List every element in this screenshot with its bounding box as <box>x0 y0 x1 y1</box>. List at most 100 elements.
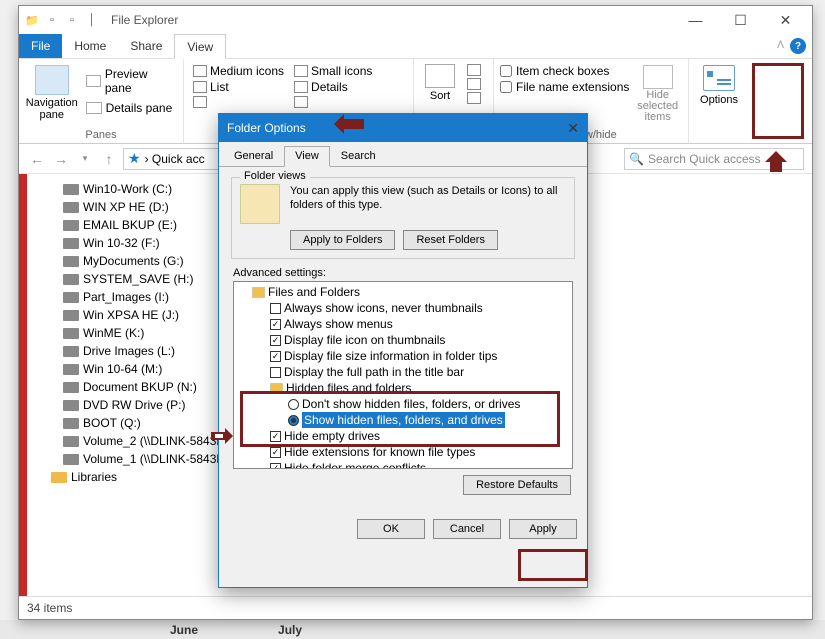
details-pane-icon <box>86 102 102 114</box>
dialog-tab-view[interactable]: View <box>284 146 330 167</box>
radio-icon[interactable] <box>288 415 299 426</box>
adv-dont-show-hidden[interactable]: Don't show hidden files, folders, or dri… <box>236 396 570 412</box>
layout-list[interactable]: List <box>190 80 287 94</box>
forward-button[interactable]: → <box>51 149 71 169</box>
adv-full-path-title[interactable]: Display the full path in the title bar <box>236 364 570 380</box>
checkbox-icon[interactable]: ✓ <box>270 447 281 458</box>
size-columns-button[interactable] <box>464 92 484 104</box>
layout-details[interactable]: Details <box>291 80 375 94</box>
checkbox-icon[interactable]: ✓ <box>270 335 281 346</box>
dialog-close-button[interactable]: ✕ <box>567 120 579 137</box>
adv-hide-empty-drives[interactable]: ✓Hide empty drives <box>236 428 570 444</box>
apply-button[interactable]: Apply <box>509 519 577 539</box>
dialog-tabs: General View Search <box>219 142 587 166</box>
preview-pane-button[interactable]: Preview pane <box>83 65 177 97</box>
tree-item-drive[interactable]: Win 10-64 (M:) <box>31 360 223 378</box>
details-pane-button[interactable]: Details pane <box>83 99 177 117</box>
minimize-button[interactable]: — <box>673 6 718 34</box>
checkbox-icon[interactable]: ✓ <box>270 463 281 470</box>
tab-share[interactable]: Share <box>118 34 174 58</box>
item-check-boxes-option[interactable]: Item check boxes <box>500 64 629 78</box>
tree-item-libraries[interactable]: Libraries <box>31 468 223 486</box>
tree-item-drive[interactable]: MyDocuments (G:) <box>31 252 223 270</box>
drive-icon <box>63 436 79 447</box>
checkbox-icon[interactable] <box>270 303 281 314</box>
checkbox-icon[interactable]: ✓ <box>270 351 281 362</box>
list-icon <box>193 81 207 93</box>
tree-item-drive[interactable]: DVD RW Drive (P:) <box>31 396 223 414</box>
recent-locations-button[interactable]: ▾ <box>75 149 95 169</box>
tree-item-drive[interactable]: Win10-Work (C:) <box>31 180 223 198</box>
reset-folders-button[interactable]: Reset Folders <box>403 230 497 250</box>
search-input[interactable]: 🔍 Search Quick access <box>624 148 804 170</box>
layout-more-2[interactable] <box>291 96 375 108</box>
file-name-extensions-option[interactable]: File name extensions <box>500 80 629 94</box>
restore-defaults-button[interactable]: Restore Defaults <box>463 475 571 495</box>
item-count: 34 items <box>27 601 72 615</box>
window-title: File Explorer <box>111 13 178 27</box>
dialog-title: Folder Options <box>227 121 306 135</box>
adv-file-size-tips[interactable]: ✓Display file size information in folder… <box>236 348 570 364</box>
adv-show-icons[interactable]: Always show icons, never thumbnails <box>236 300 570 316</box>
tree-item-drive[interactable]: Document BKUP (N:) <box>31 378 223 396</box>
adv-show-hidden[interactable]: Show hidden files, folders, and drives <box>236 412 570 428</box>
qat-icon-2[interactable]: ▫ <box>63 11 81 29</box>
checkbox-icon[interactable] <box>270 367 281 378</box>
tree-item-drive[interactable]: Win XPSA HE (J:) <box>31 306 223 324</box>
tree-item-drive[interactable]: Part_Images (I:) <box>31 288 223 306</box>
apply-to-folders-button[interactable]: Apply to Folders <box>290 230 395 250</box>
drive-icon <box>63 184 79 195</box>
dialog-tab-general[interactable]: General <box>223 146 284 166</box>
tree-item-drive[interactable]: BOOT (Q:) <box>31 414 223 432</box>
breadcrumb[interactable]: ★ › Quick acc <box>123 148 233 170</box>
adv-file-icon-thumb[interactable]: ✓Display file icon on thumbnails <box>236 332 570 348</box>
advanced-settings-tree[interactable]: Files and Folders Always show icons, nev… <box>233 281 573 469</box>
checkbox-icon[interactable]: ✓ <box>270 431 281 442</box>
radio-icon[interactable] <box>288 399 299 410</box>
tree-item-drive[interactable]: Volume_1 (\\DLINK-5843B <box>31 450 223 468</box>
layout-small-icons[interactable]: Small icons <box>291 64 375 78</box>
folder-views-group: Folder views You can apply this view (su… <box>231 177 575 259</box>
tree-item-drive[interactable]: EMAIL BKUP (E:) <box>31 216 223 234</box>
drive-icon <box>63 328 79 339</box>
group-by-button[interactable] <box>464 64 484 76</box>
qat-icon-1[interactable]: ▫ <box>43 11 61 29</box>
help-icon[interactable]: ? <box>790 38 806 54</box>
options-button[interactable]: Options <box>695 61 743 141</box>
checkbox-icon[interactable]: ✓ <box>270 319 281 330</box>
adv-hide-merge-conflicts[interactable]: ✓Hide folder merge conflicts <box>236 460 570 469</box>
close-button[interactable]: ✕ <box>763 6 808 34</box>
layout-medium-icons[interactable]: Medium icons <box>190 64 287 78</box>
adv-files-folders[interactable]: Files and Folders <box>236 284 570 300</box>
ribbon-tabs: File Home Share View ᐱ ? <box>19 34 812 59</box>
adv-hidden-folder[interactable]: Hidden files and folders <box>236 380 570 396</box>
tree-item-drive[interactable]: WIN XP HE (D:) <box>31 198 223 216</box>
adv-hide-extensions[interactable]: ✓Hide extensions for known file types <box>236 444 570 460</box>
drive-icon <box>63 220 79 231</box>
navigation-tree[interactable]: Win10-Work (C:)WIN XP HE (D:)EMAIL BKUP … <box>27 174 227 596</box>
tab-view[interactable]: View <box>174 34 226 59</box>
tab-file[interactable]: File <box>19 34 62 58</box>
back-button[interactable]: ← <box>27 149 47 169</box>
ok-button[interactable]: OK <box>357 519 425 539</box>
hide-items-icon <box>643 65 673 89</box>
adv-show-menus[interactable]: ✓Always show menus <box>236 316 570 332</box>
tree-item-drive[interactable]: Win 10-32 (F:) <box>31 234 223 252</box>
dialog-titlebar[interactable]: Folder Options ✕ <box>219 114 587 142</box>
add-columns-button[interactable] <box>464 78 484 90</box>
drive-icon <box>63 382 79 393</box>
tree-item-drive[interactable]: SYSTEM_SAVE (H:) <box>31 270 223 288</box>
tab-home[interactable]: Home <box>62 34 118 58</box>
folder-icon <box>252 287 265 298</box>
folder-views-icon <box>240 184 280 224</box>
dialog-tab-search[interactable]: Search <box>330 146 387 166</box>
ribbon-collapse-icon[interactable]: ᐱ <box>777 40 784 51</box>
layout-more-1[interactable] <box>190 96 287 108</box>
tree-item-drive[interactable]: Volume_2 (\\DLINK-5843B <box>31 432 223 450</box>
up-button[interactable]: ↑ <box>99 149 119 169</box>
tree-item-drive[interactable]: WinME (K:) <box>31 324 223 342</box>
search-icon: 🔍 <box>629 152 644 166</box>
tree-item-drive[interactable]: Drive Images (L:) <box>31 342 223 360</box>
maximize-button[interactable]: ☐ <box>718 6 763 34</box>
cancel-button[interactable]: Cancel <box>433 519 501 539</box>
